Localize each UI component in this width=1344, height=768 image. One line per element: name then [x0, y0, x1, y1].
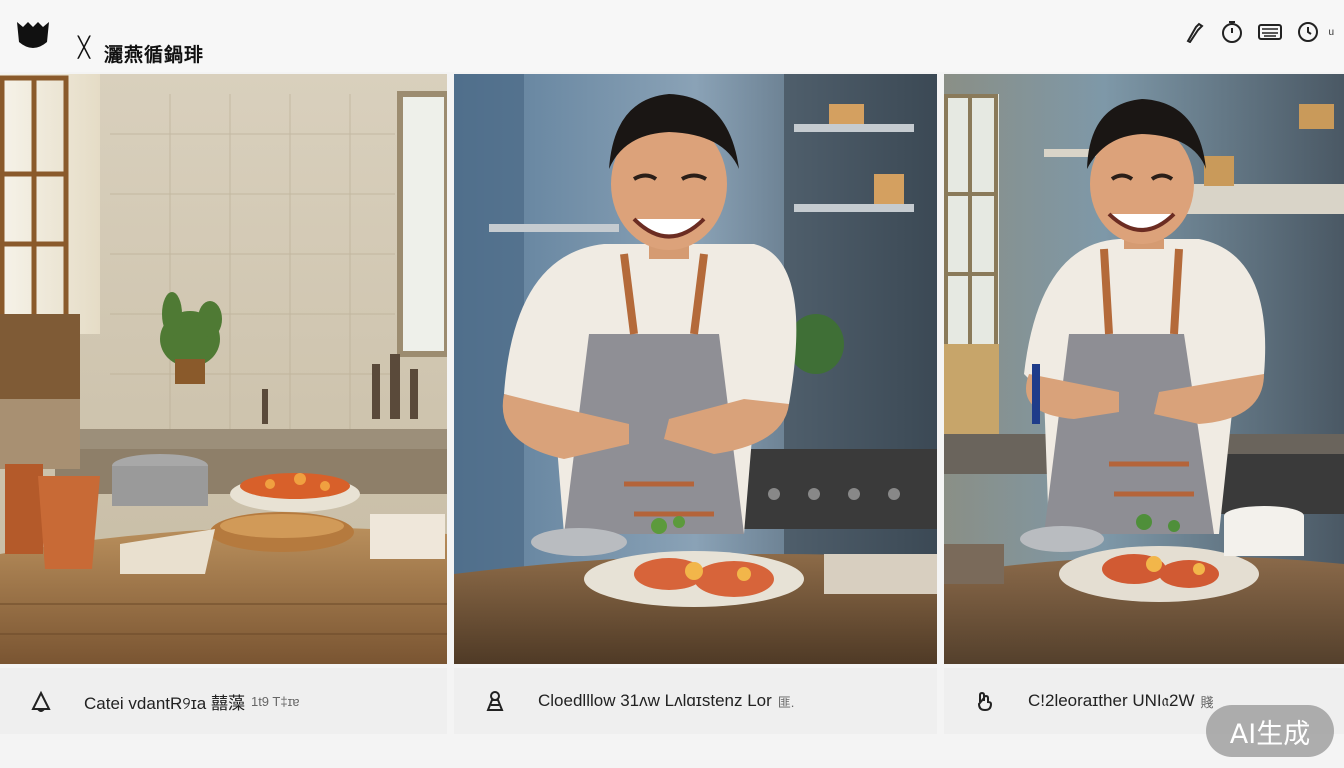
image-panel-1[interactable]	[0, 74, 447, 664]
app-title: 灑燕循鍋琲	[104, 44, 205, 66]
clock-icon[interactable]	[1296, 20, 1320, 44]
caption-extra: 賤	[1200, 694, 1214, 710]
shield-logo-icon[interactable]	[14, 18, 52, 52]
caption-extra: 1t9 T‡ɪɐ	[250, 693, 300, 709]
timer-icon[interactable]	[1220, 20, 1244, 44]
image-panel-3[interactable]	[944, 74, 1344, 664]
toolbar: u	[1182, 20, 1334, 44]
wrench-icon[interactable]	[1182, 20, 1206, 44]
image-panel-2[interactable]	[454, 74, 937, 664]
bell-icon	[28, 688, 54, 714]
hand-icon	[972, 688, 998, 714]
ai-generated-badge: AI生成	[1206, 705, 1334, 757]
panel-caption-2[interactable]: Cloedlllow 31ʌw Lʌlɑɪstenz Lor 匪.	[454, 668, 937, 734]
chef-icon	[482, 688, 508, 714]
panel-caption-1[interactable]: Catei vdantR୨ɪa 囍藻 1t9 T‡ɪɐ	[0, 668, 447, 734]
caption-text: Catei vdantR୨ɪa 囍藻	[84, 693, 245, 713]
toolbar-suffix: u	[1328, 26, 1334, 38]
caption-extra: 匪.	[777, 694, 795, 710]
top-bar: ╳ 灑燕循鍋琲 u	[0, 0, 1344, 72]
caption-text: Cloedlllow 31ʌw Lʌlɑɪstenz Lor	[538, 691, 772, 710]
keyboard-icon[interactable]	[1258, 20, 1283, 44]
caption-text: C!2leoraɪther UNI𝔞2W	[1028, 691, 1195, 710]
close-icon[interactable]: ╳	[78, 38, 90, 58]
